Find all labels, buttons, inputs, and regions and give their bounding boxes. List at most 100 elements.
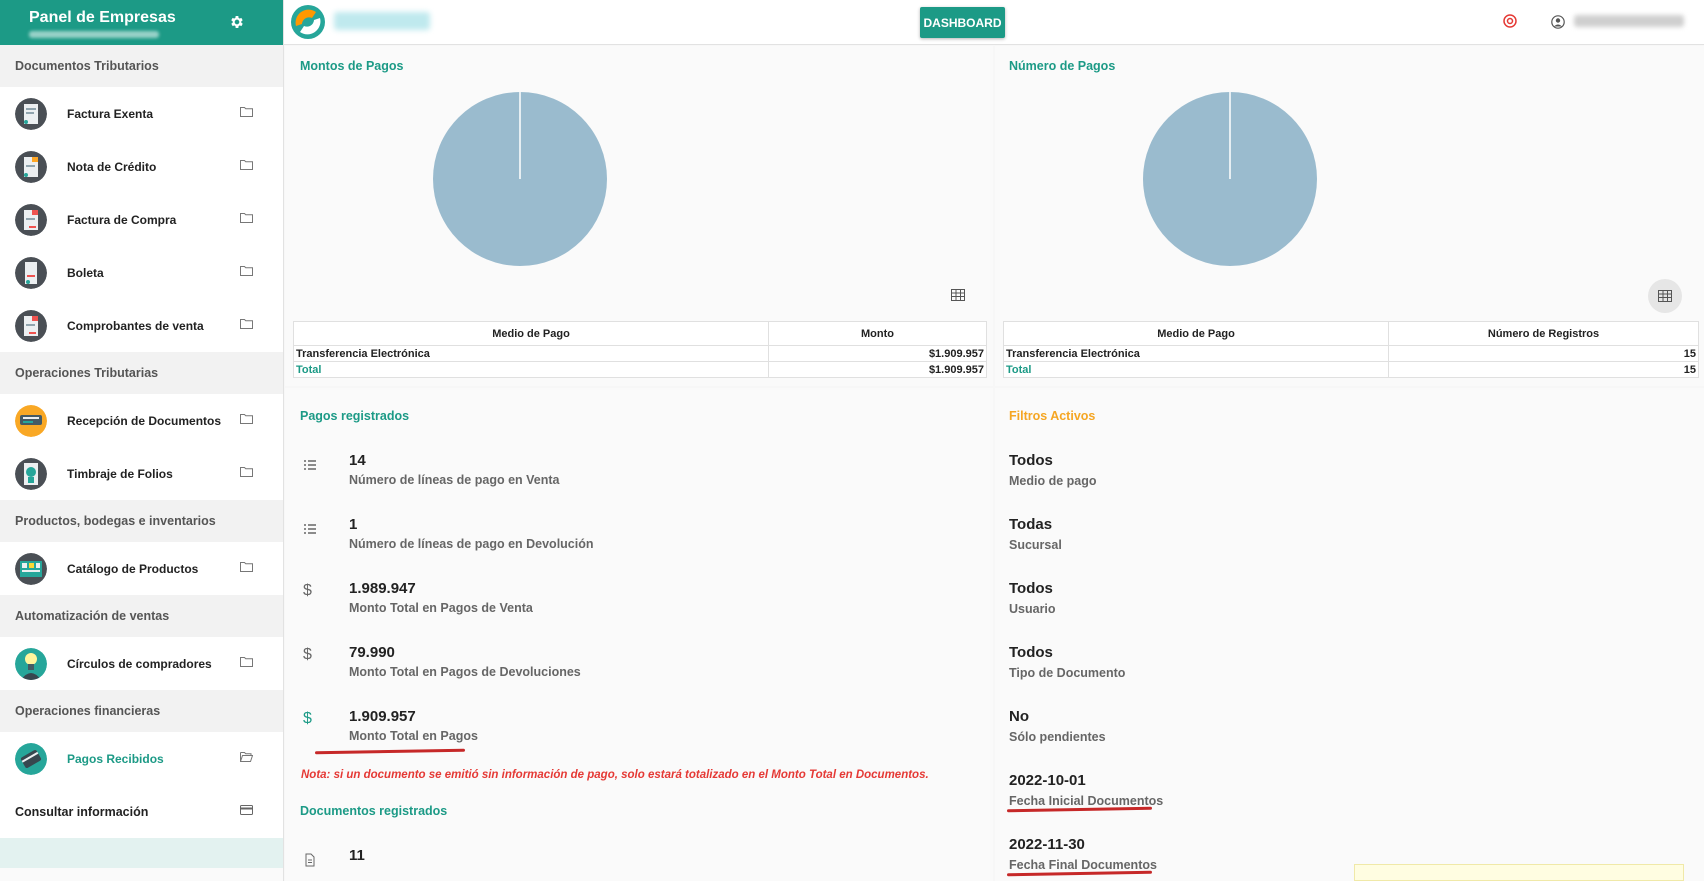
payment-card-icon <box>15 742 47 775</box>
cell-registros: 15 <box>1388 345 1699 362</box>
cell-total-label: Total <box>293 361 769 378</box>
list-icon <box>304 524 316 534</box>
montos-panel: Montos de Pagos Medio de Pago Monto Tran… <box>285 46 993 386</box>
sidebar-item-circulos-de-compradores[interactable]: Círculos de compradores <box>0 637 283 690</box>
folder-icon <box>240 319 253 329</box>
pagos-title: Pagos registrados <box>300 409 410 423</box>
filter-fecha-final: 2022-11-30 Fecha Final Documentos <box>1009 836 1157 872</box>
gear-icon[interactable] <box>229 14 245 30</box>
filter-usuario: Todos Usuario <box>1009 580 1056 616</box>
sidebar: Panel de Empresas Documentos Tributarios… <box>0 0 284 881</box>
cell-monto: $1.909.957 <box>768 345 987 362</box>
sidebar-item-label: Consultar información <box>15 804 149 819</box>
table-row: Transferencia Electrónica $1.909.957 <box>293 345 987 362</box>
table-view-icon[interactable] <box>951 289 965 301</box>
folder-open-icon <box>240 752 253 762</box>
numero-panel: Número de Pagos Medio de Pago Número de … <box>995 46 1704 386</box>
stat-label: Monto Total en Pagos de Devoluciones <box>349 665 581 679</box>
folder-icon <box>240 562 253 572</box>
sidebar-item-label: Nota de Crédito <box>67 159 157 174</box>
folder-icon <box>240 414 253 424</box>
table-total-row: Total $1.909.957 <box>293 361 987 378</box>
sidebar-item-consultar-informacion[interactable]: Consultar información <box>0 785 283 838</box>
filtros-title: Filtros Activos <box>1009 409 1096 423</box>
numero-pie-chart[interactable] <box>1135 86 1335 271</box>
sidebar-item-label: Recepción de Documentos <box>67 413 222 428</box>
stat-label: Monto Total en Pagos de Venta <box>349 601 533 615</box>
sidebar-item-pagos-recibidos[interactable]: Pagos Recibidos <box>0 732 283 785</box>
red-underline-annotation <box>314 748 466 755</box>
filter-fecha-inicial: 2022-10-01 Fecha Inicial Documentos <box>1009 772 1163 808</box>
folder-icon <box>240 657 253 667</box>
numero-title: Número de Pagos <box>1009 59 1116 73</box>
section-operaciones-tributarias: Operaciones Tributarias <box>0 352 283 394</box>
filter-label: Sólo pendientes <box>1009 730 1106 744</box>
column-header: Monto <box>768 321 987 346</box>
user-name-blurred[interactable] <box>1574 15 1684 27</box>
filter-label: Fecha Final Documentos <box>1009 858 1157 872</box>
sidebar-item-label: Factura Exenta <box>67 106 154 121</box>
documents-inbox-icon <box>15 404 47 437</box>
topbar: DASHBOARD <box>284 0 1704 45</box>
filter-medio-pago: Todos Medio de pago <box>1009 452 1097 488</box>
sidebar-item-factura-de-compra[interactable]: Factura de Compra <box>0 193 283 246</box>
filter-tipo-documento: Todos Tipo de Documento <box>1009 644 1125 680</box>
sidebar-item-nota-de-credito[interactable]: Nota de Crédito <box>0 140 283 193</box>
filter-label: Sucursal <box>1009 538 1062 552</box>
stat-value: 11 <box>349 847 365 864</box>
app-root: Panel de Empresas Documentos Tributarios… <box>0 0 1704 881</box>
folder-icon <box>240 266 253 276</box>
credit-note-icon <box>15 150 47 183</box>
document-icon <box>305 853 315 867</box>
sidebar-item-comprobantes-de-venta[interactable]: Comprobantes de venta <box>0 299 283 352</box>
stamp-icon <box>15 457 47 490</box>
table-header-row: Medio de Pago Monto <box>293 321 987 346</box>
company-name-blurred <box>334 12 430 30</box>
user-account-icon[interactable] <box>1551 15 1565 29</box>
dashboard-button[interactable]: DASHBOARD <box>920 7 1005 38</box>
sidebar-subtitle-blurred <box>29 31 159 38</box>
filter-value: Todos <box>1009 452 1053 469</box>
sidebar-item-label: Factura de Compra <box>67 212 177 227</box>
credit-card-icon <box>240 805 253 815</box>
filter-value: Todas <box>1009 516 1053 533</box>
folder-icon <box>240 107 253 117</box>
sidebar-header: Panel de Empresas <box>0 0 283 45</box>
notification-bar <box>1354 864 1684 881</box>
folder-icon <box>240 160 253 170</box>
stat-value: 1.909.957 <box>349 708 416 725</box>
stat-label: Número de líneas de pago en Venta <box>349 473 560 487</box>
catalog-icon <box>15 552 47 585</box>
column-header: Medio de Pago <box>293 321 769 346</box>
sidebar-item-factura-exenta[interactable]: Factura Exenta <box>0 87 283 140</box>
stat-label: Número de líneas de pago en Devolución <box>349 537 594 551</box>
numero-table: Medio de Pago Número de Registros Transf… <box>1003 321 1699 378</box>
filtros-panel: Filtros Activos Todos Medio de pago Toda… <box>995 388 1704 881</box>
cell-total-value: 15 <box>1388 361 1699 378</box>
filter-label: Tipo de Documento <box>1009 666 1126 680</box>
payment-note: Nota: si un documento se emitió sin info… <box>301 769 929 781</box>
company-logo[interactable] <box>290 4 326 40</box>
sidebar-item-boleta[interactable]: Boleta <box>0 246 283 299</box>
documentos-title: Documentos registrados <box>300 804 448 818</box>
table-view-icon <box>1658 290 1672 302</box>
dollar-icon: $ <box>303 582 312 599</box>
sales-voucher-icon <box>15 309 47 342</box>
filter-label: Usuario <box>1009 602 1056 616</box>
sidebar-item-timbraje-de-folios[interactable]: Timbraje de Folios <box>0 447 283 500</box>
lifebuoy-icon[interactable] <box>1503 14 1517 28</box>
pagos-panel: Pagos registrados 14 Número de líneas de… <box>285 388 993 881</box>
montos-pie-chart[interactable] <box>425 86 625 271</box>
filter-solo-pendientes: No Sólo pendientes <box>1009 708 1106 744</box>
table-view-button[interactable] <box>1648 279 1682 313</box>
sidebar-item-catalogo-de-productos[interactable]: Catálogo de Productos <box>0 542 283 595</box>
filter-value: 2022-11-30 <box>1009 836 1085 853</box>
sidebar-item-label: Círculos de compradores <box>67 656 212 671</box>
filter-label: Fecha Inicial Documentos <box>1009 794 1164 808</box>
dollar-icon: $ <box>303 710 312 727</box>
filter-value: No <box>1009 708 1029 725</box>
receipt-icon <box>15 256 47 289</box>
sidebar-item-recepcion-de-documentos[interactable]: Recepción de Documentos <box>0 394 283 447</box>
cell-total-label: Total <box>1003 361 1389 378</box>
sidebar-item-label: Catálogo de Productos <box>67 561 199 576</box>
